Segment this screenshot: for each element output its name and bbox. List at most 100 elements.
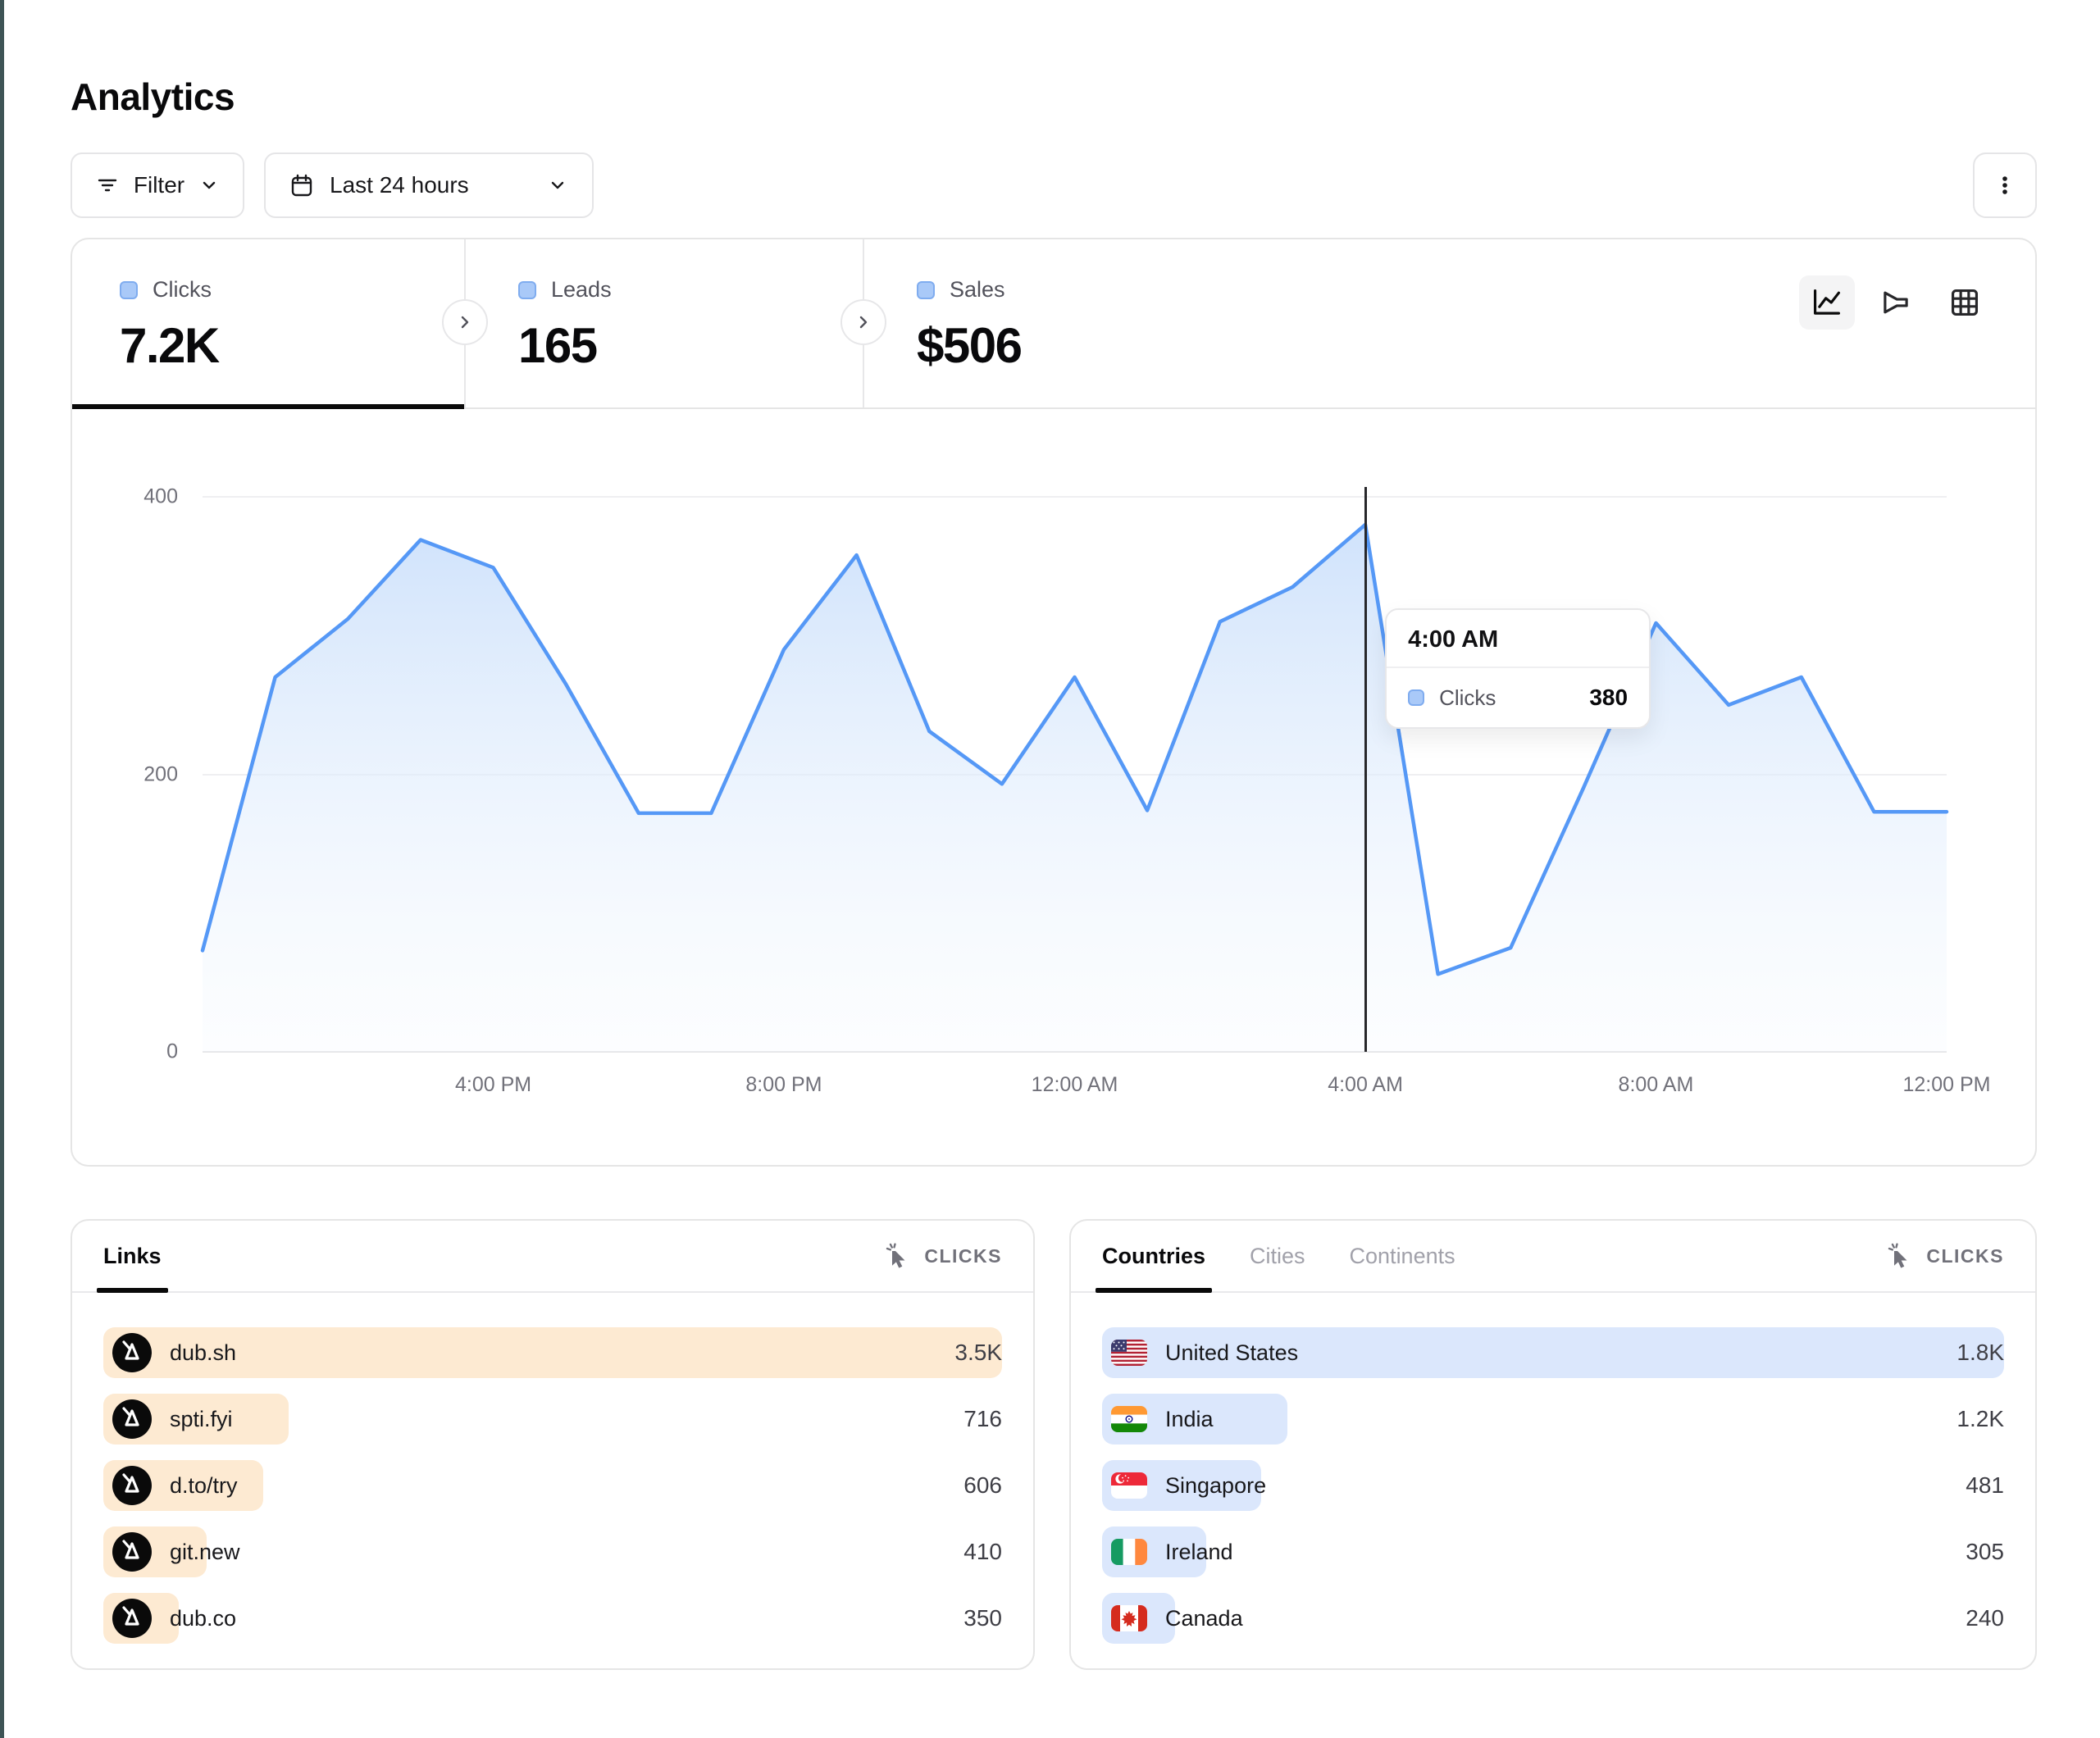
list-item[interactable]: dub.sh 3.5K bbox=[103, 1327, 1002, 1378]
countries-list: United States 1.8K India 1.2K Singapore … bbox=[1102, 1327, 2004, 1644]
item-value: 481 bbox=[1966, 1472, 2004, 1499]
tooltip-series-label: Clicks bbox=[1439, 685, 1496, 711]
tab-countries[interactable]: Countries bbox=[1102, 1221, 1205, 1291]
expand-leads-button[interactable] bbox=[442, 299, 488, 345]
item-value: 3.5K bbox=[954, 1340, 1002, 1366]
clicks-area-chart[interactable]: 4:00 AM Clicks 380 02004004:00 PM8:00 PM… bbox=[203, 497, 1947, 1052]
item-label: Singapore bbox=[1165, 1473, 1266, 1499]
links-metric-selector[interactable]: CLICKS bbox=[885, 1242, 1002, 1270]
us-flag bbox=[1111, 1340, 1147, 1366]
item-value: 606 bbox=[963, 1472, 1002, 1499]
x-axis-tick-label: 4:00 PM bbox=[455, 1073, 531, 1097]
links-panel: Links CLICKS dub.sh 3.5K spti.fyi 716 d.… bbox=[71, 1219, 1035, 1670]
x-axis-tick-label: 12:00 AM bbox=[1032, 1073, 1118, 1097]
item-value: 410 bbox=[963, 1539, 1002, 1565]
tab-label: Links bbox=[103, 1244, 162, 1269]
area-fill bbox=[203, 525, 1947, 1052]
list-item[interactable]: Singapore 481 bbox=[1102, 1460, 2004, 1511]
chevron-down-icon bbox=[198, 174, 221, 197]
india-flag bbox=[1111, 1406, 1147, 1432]
countries-metric-selector[interactable]: CLICKS bbox=[1887, 1242, 2004, 1270]
more-options-button[interactable] bbox=[1973, 152, 2037, 218]
item-label: United States bbox=[1165, 1340, 1298, 1366]
stat-label: Clicks bbox=[153, 277, 212, 303]
filter-button[interactable]: Filter bbox=[71, 152, 244, 218]
item-label: spti.fyi bbox=[170, 1407, 233, 1432]
tab-links[interactable]: Links bbox=[103, 1221, 162, 1291]
singapore-flag bbox=[1111, 1472, 1147, 1499]
tooltip-time: 4:00 AM bbox=[1387, 610, 1649, 668]
funnel-chart-icon bbox=[1879, 285, 1913, 320]
list-item[interactable]: git.new 410 bbox=[103, 1526, 1002, 1577]
calendar-icon bbox=[289, 172, 315, 198]
stat-tab-clicks[interactable]: Clicks 7.2K bbox=[120, 239, 464, 407]
chevron-right-icon bbox=[454, 312, 476, 333]
tab-continents[interactable]: Continents bbox=[1350, 1221, 1455, 1291]
left-edge-accent bbox=[0, 0, 4, 1738]
tab-cities[interactable]: Cities bbox=[1250, 1221, 1305, 1291]
tab-label: Countries bbox=[1102, 1244, 1205, 1269]
filter-button-label: Filter bbox=[134, 172, 184, 198]
item-value: 305 bbox=[1966, 1539, 2004, 1565]
expand-sales-button[interactable] bbox=[840, 299, 886, 345]
table-view-toggle[interactable] bbox=[1937, 275, 1993, 330]
item-value: 1.2K bbox=[1957, 1406, 2004, 1432]
list-item[interactable]: spti.fyi 716 bbox=[103, 1394, 1002, 1445]
x-axis-tick-label: 8:00 PM bbox=[745, 1073, 822, 1097]
chart-view-toggles bbox=[1799, 275, 1993, 330]
item-value: 716 bbox=[963, 1406, 1002, 1432]
dub-logo bbox=[112, 1599, 152, 1638]
sales-legend-chip bbox=[917, 281, 935, 299]
list-item[interactable]: d.to/try 606 bbox=[103, 1460, 1002, 1511]
dub-logo bbox=[112, 1399, 152, 1439]
active-stat-underline bbox=[72, 404, 464, 409]
item-value: 1.8K bbox=[1957, 1340, 2004, 1366]
kebab-menu-icon bbox=[1991, 171, 2019, 199]
item-label: git.new bbox=[170, 1540, 240, 1565]
stat-tab-leads[interactable]: Leads 165 bbox=[518, 239, 813, 407]
list-item[interactable]: Canada 240 bbox=[1102, 1593, 2004, 1644]
stat-value: $506 bbox=[917, 317, 1212, 374]
stat-value: 7.2K bbox=[120, 317, 464, 374]
dub-logo bbox=[112, 1466, 152, 1505]
item-label: d.to/try bbox=[170, 1473, 238, 1499]
tab-label: Cities bbox=[1250, 1244, 1305, 1269]
item-value: 240 bbox=[1966, 1605, 2004, 1631]
area-chart-svg bbox=[203, 497, 1947, 1052]
tooltip-legend-chip bbox=[1408, 689, 1424, 706]
countries-panel: Countries Cities Continents CLICKS Unite… bbox=[1069, 1219, 2037, 1670]
funnel-chart-toggle[interactable] bbox=[1868, 275, 1924, 330]
item-value: 350 bbox=[963, 1605, 1002, 1631]
chevron-down-icon bbox=[546, 174, 569, 197]
filter-lines-icon bbox=[94, 172, 121, 198]
line-chart-icon bbox=[1810, 285, 1844, 320]
x-axis-tick-label: 12:00 PM bbox=[1902, 1073, 1990, 1097]
metric-label: CLICKS bbox=[1926, 1245, 2004, 1267]
stat-label: Leads bbox=[551, 277, 612, 303]
date-range-button[interactable]: Last 24 hours bbox=[264, 152, 594, 218]
x-axis-tick-label: 4:00 AM bbox=[1328, 1073, 1403, 1097]
analytics-chart-card: Clicks 7.2K Leads 165 Sales $506 bbox=[71, 238, 2037, 1167]
metric-label: CLICKS bbox=[924, 1245, 1002, 1267]
ireland-flag bbox=[1111, 1539, 1147, 1565]
page-title: Analytics bbox=[71, 75, 235, 119]
list-item[interactable]: India 1.2K bbox=[1102, 1394, 2004, 1445]
y-axis-tick-label: 200 bbox=[143, 762, 178, 786]
list-item[interactable]: Ireland 305 bbox=[1102, 1526, 2004, 1577]
item-label: India bbox=[1165, 1407, 1214, 1432]
leads-legend-chip bbox=[518, 281, 536, 299]
item-label: Ireland bbox=[1165, 1540, 1233, 1565]
list-item[interactable]: dub.co 350 bbox=[103, 1593, 1002, 1644]
value-bar bbox=[103, 1327, 1002, 1378]
line-chart-toggle[interactable] bbox=[1799, 275, 1855, 330]
item-label: dub.sh bbox=[170, 1340, 236, 1366]
dub-logo bbox=[112, 1333, 152, 1372]
y-axis-tick-label: 400 bbox=[143, 485, 178, 509]
list-item[interactable]: United States 1.8K bbox=[1102, 1327, 2004, 1378]
canada-flag bbox=[1111, 1605, 1147, 1631]
stat-tab-sales[interactable]: Sales $506 bbox=[917, 239, 1212, 407]
chart-tooltip: 4:00 AM Clicks 380 bbox=[1385, 608, 1651, 729]
dub-logo bbox=[112, 1532, 152, 1572]
cursor-click-icon bbox=[885, 1242, 913, 1270]
stat-value: 165 bbox=[518, 317, 813, 374]
